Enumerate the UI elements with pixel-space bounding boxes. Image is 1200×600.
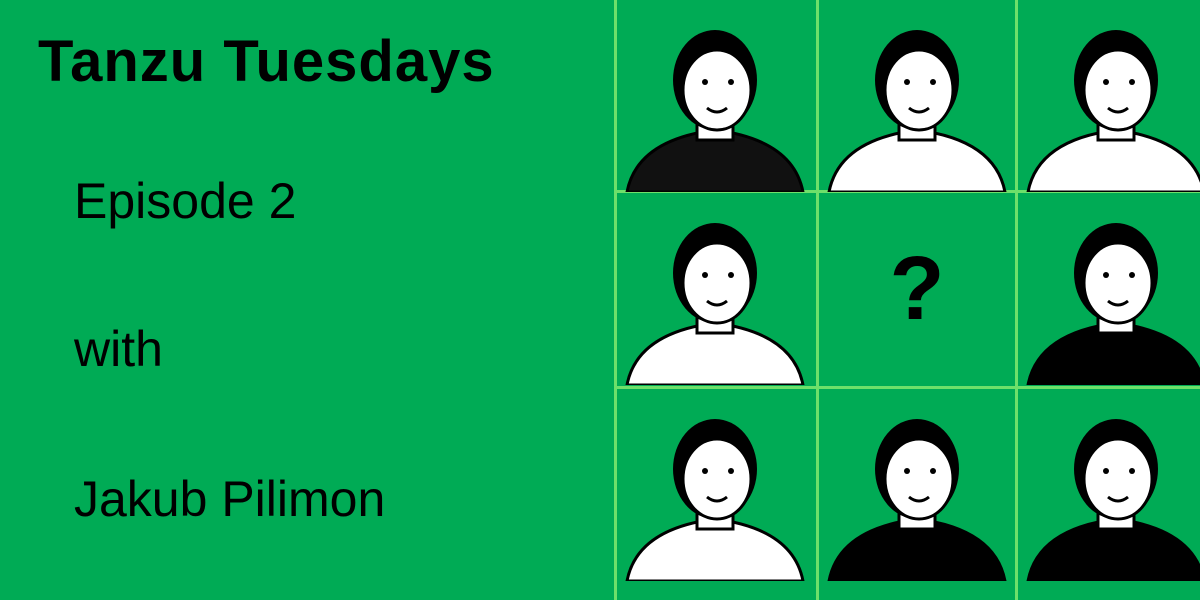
- with-label: with: [74, 321, 163, 377]
- guest-name: Jakub Pilimon: [74, 471, 386, 527]
- episode-label: Episode 2: [74, 173, 297, 229]
- avatar-illustration: [819, 0, 1015, 192]
- mystery-cell: ?: [819, 193, 1015, 385]
- avatar-illustration: [1018, 0, 1200, 192]
- question-mark: ?: [889, 238, 945, 339]
- avatar-illustration: [617, 193, 813, 385]
- page-title: Tanzu Tuesdays: [38, 29, 495, 94]
- avatar-illustration: [819, 389, 1015, 581]
- avatar-grid: ?: [614, 0, 1200, 600]
- avatar-illustration: [617, 0, 813, 192]
- avatar-illustration: [1018, 389, 1200, 581]
- avatar-illustration: [1018, 193, 1200, 385]
- avatar-illustration: [617, 389, 813, 581]
